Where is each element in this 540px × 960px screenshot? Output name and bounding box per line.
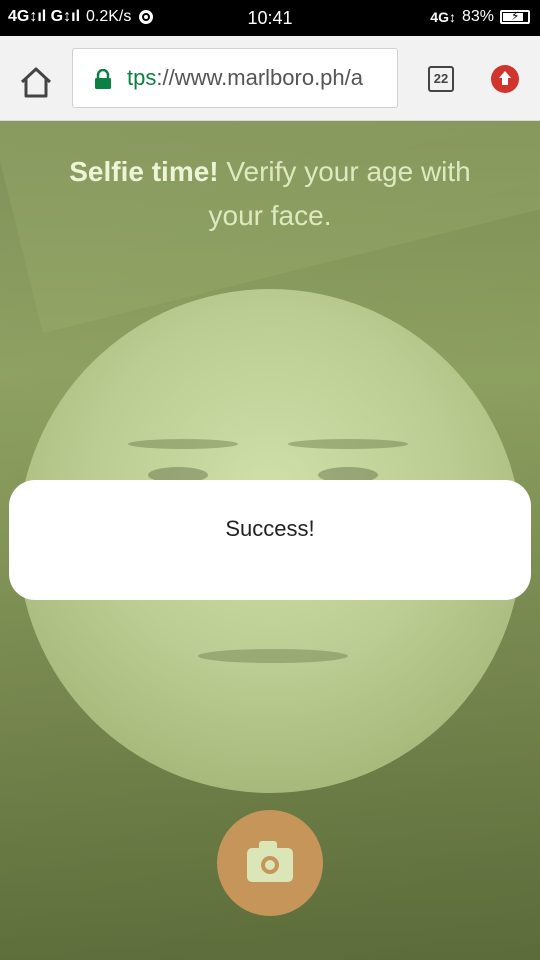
- status-right: 4G↕ 83% ⚡: [430, 8, 530, 26]
- battery-percent: 83%: [461, 8, 494, 25]
- success-dialog: Success!: [9, 480, 531, 600]
- face-mouth: [198, 649, 348, 663]
- url-scheme: tps: [127, 65, 157, 90]
- prompt-text: Verify your age with your face.: [208, 156, 471, 231]
- url-text[interactable]: tps://www.marlboro.ph/a: [127, 65, 363, 91]
- home-icon: [20, 67, 52, 98]
- camera-lens: [261, 856, 279, 874]
- camera-icon: [247, 841, 293, 882]
- url-domain: ://www.marlboro.ph/a: [156, 65, 363, 90]
- network-type: 4G↕: [430, 9, 456, 25]
- tab-switcher-button[interactable]: 22: [428, 66, 454, 92]
- face-left-brow: [128, 439, 238, 449]
- selfie-prompt: Selfie time! Verify your age with your f…: [40, 150, 500, 238]
- lock-icon: [95, 69, 111, 89]
- battery-icon: ⚡: [500, 9, 530, 24]
- browser-toolbar: tps://www.marlboro.ph/a 22: [0, 36, 540, 121]
- home-button[interactable]: [16, 64, 56, 100]
- address-bar[interactable]: tps://www.marlboro.ph/a: [72, 48, 398, 108]
- prompt-heading: Selfie time!: [69, 156, 219, 187]
- update-icon[interactable]: [491, 65, 519, 93]
- camera-viewfinder: Selfie time! Verify your age with your f…: [0, 121, 540, 960]
- face-right-brow: [288, 439, 408, 449]
- tab-count: 22: [433, 71, 449, 86]
- status-bar: 4G↕ıl G↕ıl 0.2K/s 10:41 4G↕ 83% ⚡: [0, 0, 540, 36]
- camera-shutter-button[interactable]: [217, 810, 323, 916]
- success-message: Success!: [225, 516, 315, 541]
- charging-icon: ⚡: [511, 9, 520, 23]
